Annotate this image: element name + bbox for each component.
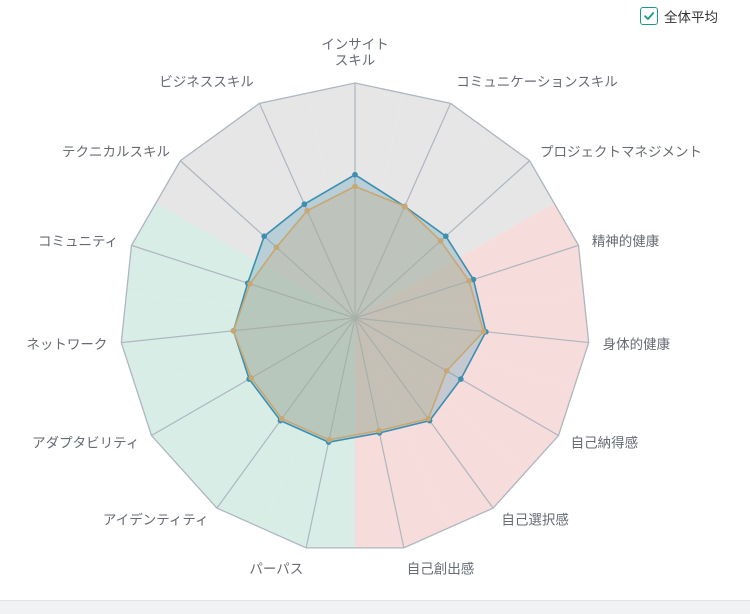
- legend-toggle-average[interactable]: 全体平均: [640, 6, 718, 26]
- series-personal-point: [352, 171, 358, 178]
- axis-label: コミュニティ: [38, 234, 118, 250]
- series-average-point: [401, 203, 408, 210]
- series-average-point: [326, 437, 332, 443]
- series-personal-point: [443, 233, 449, 240]
- series-average-point: [480, 328, 487, 335]
- series-average-point: [352, 183, 358, 190]
- radar-svg: インサイトスキルコミュニケーションスキルプロジェクトマネジメント精神的健康身体的…: [26, 37, 702, 578]
- axis-label: ネットワーク: [26, 337, 107, 353]
- series-average-point: [466, 278, 472, 284]
- axis-label: プロジェクトマネジメント: [540, 144, 702, 160]
- legend-checkbox[interactable]: [640, 7, 658, 25]
- series-average-point: [248, 375, 255, 381]
- legend-label: 全体平均: [664, 10, 718, 26]
- axis-label: テクニカルスキル: [62, 144, 170, 160]
- series-average-point: [304, 207, 311, 214]
- check-icon: [644, 12, 655, 20]
- axis-label: 身体的健康: [603, 336, 671, 353]
- axis-label: 精神的健康: [592, 233, 660, 250]
- series-average-point: [273, 244, 280, 251]
- axis-label: インサイトスキル: [321, 37, 389, 69]
- series-personal-point: [301, 201, 308, 208]
- series-personal-point: [458, 376, 464, 382]
- axis-label: コミュニケーションスキル: [456, 75, 617, 91]
- axis-label: アダプタビリティ: [32, 436, 139, 452]
- bottom-scroll-area: [0, 600, 750, 614]
- radar-chart: インサイトスキルコミュニケーションスキルプロジェクトマネジメント精神的健康身体的…: [0, 0, 750, 600]
- series-average-point: [278, 415, 285, 422]
- series-average-point: [443, 368, 450, 374]
- series-average-point: [437, 238, 444, 244]
- series-average-point: [376, 427, 382, 434]
- axis-label: 自己納得感: [571, 435, 639, 452]
- series-personal-point: [261, 233, 267, 240]
- series-average-point: [230, 327, 237, 334]
- axis-label: 自己選択感: [501, 511, 569, 528]
- series-average-point: [247, 281, 253, 287]
- axis-label: アイデンティティ: [103, 511, 209, 528]
- axis-label: ビジネススキル: [159, 75, 254, 91]
- axis-label: パーパス: [249, 562, 303, 578]
- axis-label: 自己創出感: [407, 561, 475, 578]
- series-average-point: [425, 415, 432, 422]
